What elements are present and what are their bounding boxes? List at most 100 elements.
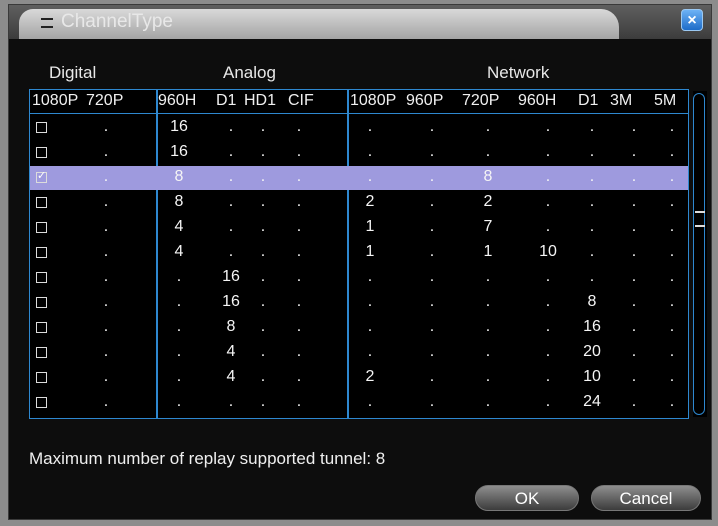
grid-cell: . <box>429 243 435 260</box>
grid-cell: . <box>176 368 182 385</box>
table-row[interactable]: ......... 24.. <box>30 391 688 415</box>
row-checkbox[interactable] <box>36 322 47 333</box>
grid-cell: . <box>430 418 434 419</box>
grid-cell: . <box>368 418 372 419</box>
table-row[interactable]: . 4... 1. 1 10... <box>30 241 688 265</box>
row-checkbox[interactable] <box>36 397 47 408</box>
row-checkbox[interactable] <box>36 222 47 233</box>
grid-cell: . <box>260 268 266 285</box>
ok-button[interactable]: OK <box>475 485 579 511</box>
grid-cell: . <box>228 168 234 185</box>
grid-cell: . <box>429 168 435 185</box>
grid-cell: . <box>367 343 373 360</box>
grid-cell: . <box>545 193 551 210</box>
grid-cell: . <box>296 343 302 360</box>
grid-cell: . <box>103 118 109 135</box>
cancel-button[interactable]: Cancel <box>591 485 701 511</box>
grid-cell: . <box>260 243 266 260</box>
table-row[interactable]: . 16.......... <box>30 116 688 140</box>
grid-cell: . <box>176 343 182 360</box>
grid-cell: . <box>103 293 109 310</box>
grid-cell: . <box>670 418 674 419</box>
grid-cell: . <box>669 268 675 285</box>
table-row[interactable]: . 8..... 8.... <box>30 166 688 190</box>
row-checkbox[interactable] <box>36 169 47 183</box>
row-checkbox[interactable] <box>36 297 47 308</box>
grid-cell: . <box>669 393 675 410</box>
grid-cell: 16 <box>222 268 240 285</box>
row-checkbox[interactable] <box>36 147 47 158</box>
grid-cell: 8 <box>174 193 184 210</box>
row-checkbox[interactable] <box>36 372 47 383</box>
row-checkbox[interactable] <box>36 197 47 208</box>
row-checkbox[interactable] <box>36 122 47 133</box>
grid-cell: . <box>545 368 551 385</box>
table-row[interactable]: .. 8...... 16.. <box>30 316 688 340</box>
table-row[interactable]: .. 4...... 20.. <box>30 341 688 365</box>
grid-cell: . <box>589 118 595 135</box>
grid-cell: . <box>367 143 373 160</box>
grid-cell: . <box>296 293 302 310</box>
table-row[interactable]: .. 4.. 2... 10.. <box>30 366 688 390</box>
grid-cell: . <box>631 168 637 185</box>
grid-cell: . <box>669 368 675 385</box>
col-header-4: HD1 <box>244 92 277 109</box>
grid-cell: . <box>429 193 435 210</box>
grid-cell: . <box>429 218 435 235</box>
grid-cell: . <box>103 168 109 185</box>
table-row[interactable]: .. 16...... 8.. <box>30 291 688 315</box>
grid-cell: 20 <box>539 418 557 419</box>
grid-cell: . <box>103 243 109 260</box>
grid-cell: . <box>176 393 182 410</box>
grid-cell: . <box>485 343 491 360</box>
grid-cell: . <box>176 268 182 285</box>
grid-cell: . <box>485 318 491 335</box>
grid-cell: . <box>631 143 637 160</box>
grid-cell: . <box>260 168 266 185</box>
grid-cell: . <box>296 268 302 285</box>
scroll-track[interactable] <box>693 93 705 415</box>
grid-cell: . <box>589 243 595 260</box>
col-header-9: 960H <box>518 92 557 109</box>
grid-cell: . <box>631 368 637 385</box>
grid-cell: . <box>545 218 551 235</box>
grid-cell: 4 <box>174 243 184 260</box>
row-checkbox[interactable] <box>36 347 47 358</box>
table-row[interactable]: . 16.......... <box>30 141 688 165</box>
grid-cell: . <box>669 218 675 235</box>
grid-cell: . <box>297 418 301 419</box>
grid-cell: . <box>429 143 435 160</box>
close-button[interactable]: × <box>681 9 703 31</box>
row-checkbox[interactable] <box>36 247 47 258</box>
grid-cell: . <box>631 393 637 410</box>
grid-cell: . <box>296 243 302 260</box>
col-header-12: 5M <box>654 92 677 109</box>
grid-cell: . <box>631 318 637 335</box>
grid-cell: . <box>485 143 491 160</box>
table-row[interactable]: .. 16......... <box>30 266 688 290</box>
grid-cell: . <box>429 293 435 310</box>
grid-cell: 16 <box>583 318 601 335</box>
table-row[interactable]: . 8... 2. 2.... <box>30 191 688 215</box>
grid-cell: . <box>367 393 373 410</box>
table-row[interactable]: . 4... 1. 7.... <box>30 216 688 240</box>
grid-cell: . <box>631 268 637 285</box>
grid-cell: . <box>103 193 109 210</box>
grid-cell: . <box>669 318 675 335</box>
grid-cell: . <box>429 368 435 385</box>
grid-cell: . <box>296 368 302 385</box>
scroll-thumb[interactable] <box>695 211 705 227</box>
grid-cell: . <box>260 218 266 235</box>
row-checkbox[interactable] <box>36 272 47 283</box>
grid-cell: 16 <box>222 293 240 310</box>
grid-cell: . <box>669 168 675 185</box>
grid-cell: . <box>429 118 435 135</box>
scrollbar[interactable] <box>693 91 707 417</box>
col-header-0: 1080P <box>32 92 79 109</box>
table-row[interactable]: ........ 20... <box>30 416 688 419</box>
grid-cell: . <box>485 118 491 135</box>
dialog-title: ChannelType <box>61 11 173 32</box>
grid-cell: . <box>589 218 595 235</box>
grid-cell: . <box>669 343 675 360</box>
title-icon <box>41 18 53 28</box>
